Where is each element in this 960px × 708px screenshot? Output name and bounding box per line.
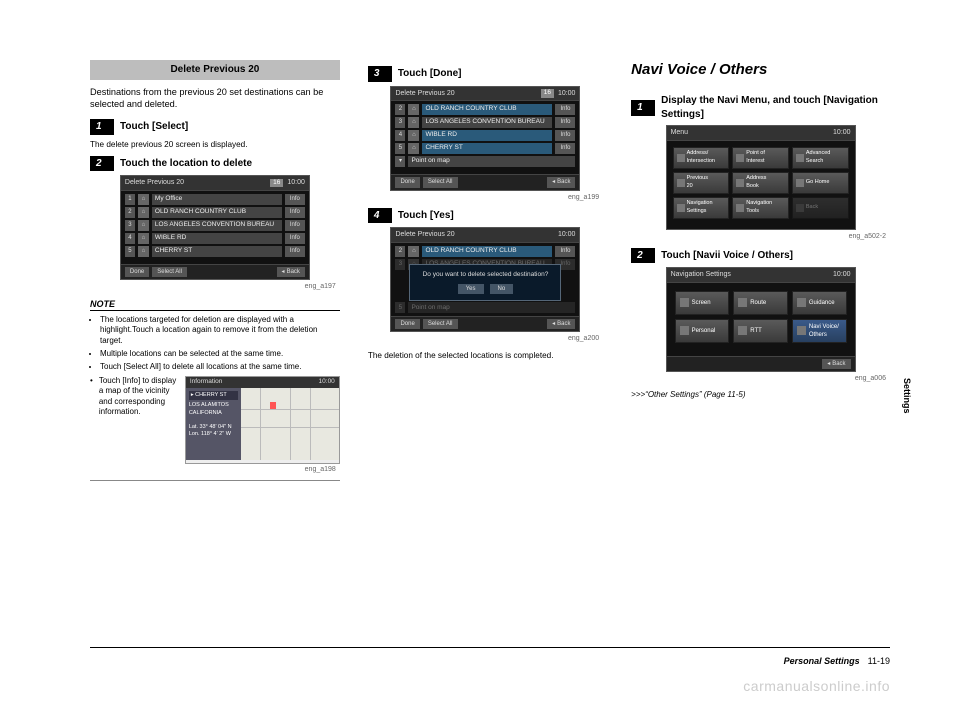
step-label-1: Touch [Select] [120, 120, 188, 134]
screen-count: 16 [541, 89, 554, 98]
screen-time: 10:00 [833, 128, 851, 137]
no-button[interactable]: No [490, 284, 514, 294]
caption: eng_a197 [90, 282, 336, 291]
done-button[interactable]: Done [395, 319, 419, 329]
watermark: carmanualsonline.info [743, 678, 890, 694]
done-button[interactable]: Done [125, 267, 149, 277]
nav-setting-item[interactable]: RTT [733, 319, 788, 343]
screenshot-confirm: Delete Previous 20 10:00 2⌂OLD RANCH COU… [390, 227, 580, 332]
menu-item[interactable]: AdvancedSearch [792, 147, 849, 169]
screenshot-info-map: Information 10:00 ▸ CHERRY ST LOS ALAMIT… [185, 376, 340, 464]
map-flag-icon [270, 402, 276, 410]
select-all-button[interactable]: Select All [423, 319, 458, 329]
menu-item[interactable]: Point ofInterest [732, 147, 789, 169]
caption: eng_a199 [368, 193, 599, 202]
step-label-4: Touch [Yes] [398, 209, 454, 223]
dialog-text: Do you want to delete selected destinati… [414, 271, 556, 280]
side-tab-settings: Settings [902, 378, 912, 414]
nav-setting-item[interactable]: Guidance [792, 291, 847, 315]
screen-time: 10:00 [558, 230, 576, 239]
screen-time: 10:00 [558, 89, 576, 98]
step-badge-1b: 1 [631, 100, 655, 116]
list-item[interactable]: 2⌂OLD RANCH COUNTRY CLUBInfo [395, 104, 575, 115]
list-item[interactable]: 4⌂WIBLE RDInfo [395, 130, 575, 141]
menu-item[interactable]: Previous20 [673, 172, 730, 194]
screen-title: Delete Previous 20 [395, 89, 454, 98]
nav-setting-item[interactable]: Navi Voice/Others [792, 319, 847, 343]
screenshot-menu: Menu 10:00 Address/IntersectionPoint ofI… [666, 125, 856, 230]
footer-rule [90, 647, 890, 648]
select-all-button[interactable]: Select All [423, 177, 458, 187]
menu-item[interactable]: Address/Intersection [673, 147, 730, 169]
step-label-3: Touch [Done] [398, 67, 462, 81]
list-item[interactable]: 1⌂My OfficeInfo [125, 194, 305, 205]
cross-reference: >>>“Other Settings” (Page 11-5) [631, 390, 890, 401]
menu-item[interactable]: Back [792, 197, 849, 219]
list-item[interactable]: 3⌂LOS ANGELES CONVENTION BUREAUInfo [395, 117, 575, 128]
step-label-2: Touch the location to delete [120, 157, 252, 171]
menu-item[interactable]: NavigationTools [732, 197, 789, 219]
step-label-1b: Display the Navi Menu, and touch [Naviga… [661, 94, 890, 121]
note-info-text: Touch [Info] to display a map of the vic… [99, 376, 179, 418]
step-badge-4: 4 [368, 208, 392, 224]
back-button[interactable]: ◂ Back [547, 177, 575, 187]
screen-title: Delete Previous 20 [395, 230, 454, 239]
step-label-2b: Touch [Navii Voice / Others] [661, 249, 793, 263]
info-title: Information [190, 378, 223, 387]
caption: eng_a198 [90, 465, 336, 474]
note-item: The locations targeted for deletion are … [100, 315, 340, 346]
back-button[interactable]: ◂ Back [547, 319, 575, 329]
step-badge-2b: 2 [631, 248, 655, 264]
menu-item[interactable]: AddressBook [732, 172, 789, 194]
footer-text: Personal Settings11-19 [784, 656, 890, 666]
section-title-navi-voice: Navi Voice / Others [631, 60, 890, 80]
confirm-dialog: Do you want to delete selected destinati… [409, 264, 561, 301]
screenshot-done: Delete Previous 20 16 10:00 2⌂OLD RANCH … [390, 86, 580, 191]
step-badge-2: 2 [90, 156, 114, 172]
caption: eng_a502-2 [631, 232, 886, 241]
list-item[interactable]: 4⌂WIBLE RDInfo [125, 233, 305, 244]
screen-time: 10:00 [833, 270, 851, 279]
menu-item[interactable]: Go Home [792, 172, 849, 194]
screen-count: 16 [270, 179, 283, 188]
menu-item[interactable]: NavigationSettings [673, 197, 730, 219]
result-text: The deletion of the selected locations i… [368, 350, 603, 361]
back-button[interactable]: ◂ Back [277, 267, 305, 277]
note-header: NOTE [90, 298, 340, 311]
list-item[interactable]: 5⌂CHERRY STInfo [395, 143, 575, 154]
intro-text: Destinations from the previous 20 set de… [90, 86, 340, 112]
step-badge-3: 3 [368, 66, 392, 82]
back-button[interactable]: ◂ Back [822, 359, 850, 369]
note-item: Touch [Select All] to delete all locatio… [100, 362, 340, 372]
nav-setting-item[interactable]: Personal [675, 319, 730, 343]
done-button[interactable]: Done [395, 177, 419, 187]
list-item[interactable]: 3⌂LOS ANGELES CONVENTION BUREAUInfo [125, 220, 305, 231]
section-header-delete-prev: Delete Previous 20 [90, 60, 340, 80]
list-item[interactable]: 5⌂CHERRY STInfo [125, 246, 305, 257]
step1-subtext: The delete previous 20 screen is display… [90, 139, 340, 150]
screen-title: Menu [671, 128, 689, 137]
info-time: 10:00 [319, 378, 335, 387]
nav-setting-item[interactable]: Route [733, 291, 788, 315]
screenshot-delete-list: Delete Previous 20 16 10:00 1⌂My OfficeI… [120, 175, 310, 280]
caption: eng_a006 [631, 374, 886, 383]
yes-button[interactable]: Yes [458, 284, 484, 294]
note-item: Multiple locations can be selected at th… [100, 349, 340, 359]
screen-time: 10:00 [287, 178, 305, 187]
step-badge-1: 1 [90, 119, 114, 135]
screen-title: Navigation Settings [671, 270, 731, 279]
select-all-button[interactable]: Select All [152, 267, 187, 277]
screen-title: Delete Previous 20 [125, 178, 184, 187]
list-item[interactable]: 2⌂OLD RANCH COUNTRY CLUBInfo [125, 207, 305, 218]
nav-setting-item[interactable]: Screen [675, 291, 730, 315]
screenshot-nav-settings: Navigation Settings 10:00 ScreenRouteGui… [666, 267, 856, 372]
caption: eng_a200 [368, 334, 599, 343]
